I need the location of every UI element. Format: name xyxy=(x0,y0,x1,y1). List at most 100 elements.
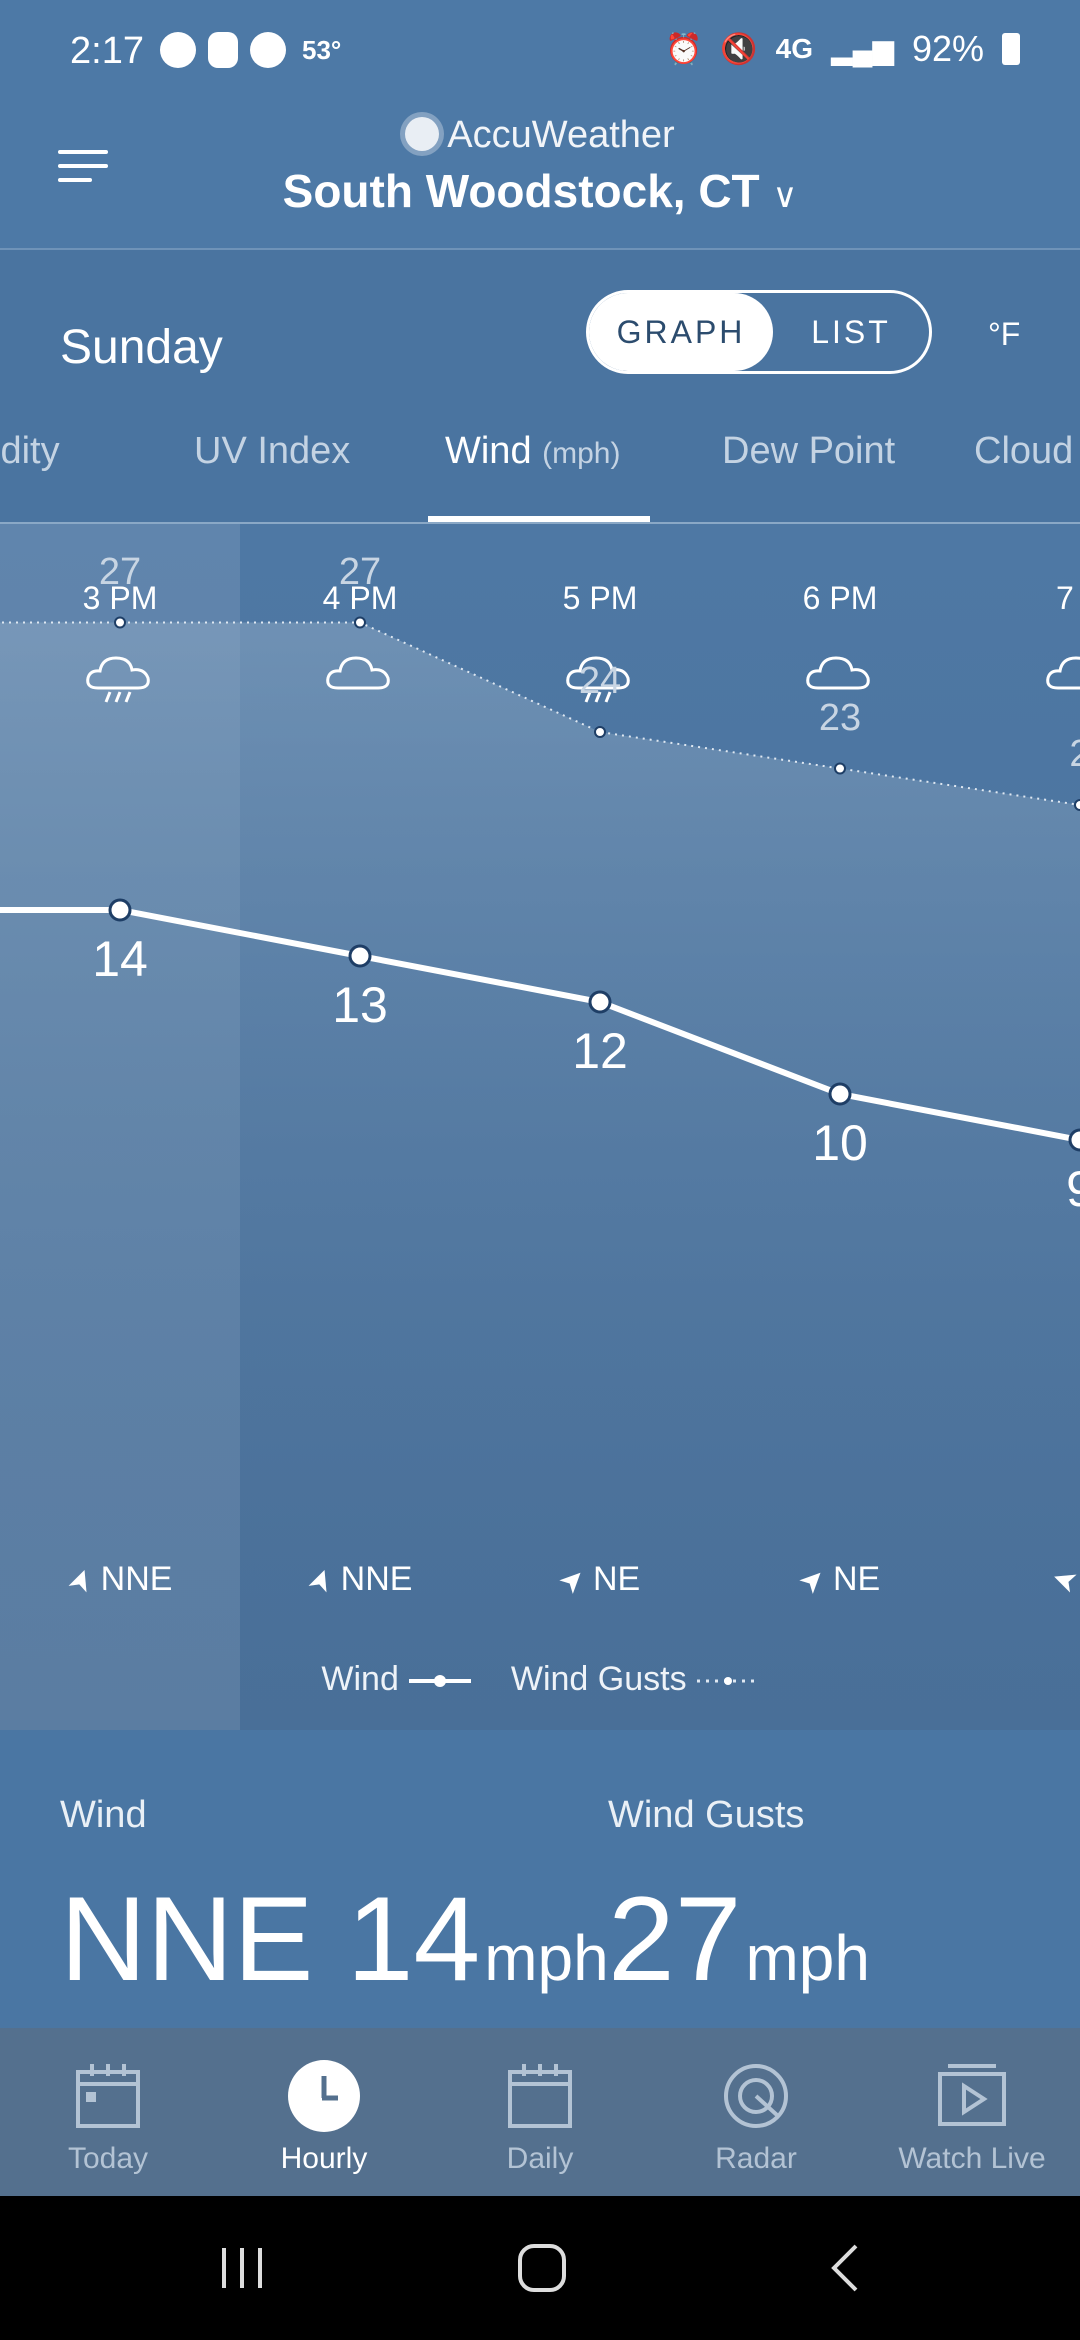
battery-icon xyxy=(1002,33,1020,65)
direction-arrow-icon: ➤ xyxy=(300,1563,340,1598)
gust-point xyxy=(1074,799,1080,811)
nav-today[interactable]: Today xyxy=(0,2028,216,2196)
cloud-icon xyxy=(1040,644,1080,704)
gust-speed: 27 xyxy=(608,1872,742,2006)
gust-point xyxy=(834,762,846,775)
wind-detail-panel: Wind NNE 14mph Wind Gusts 27mph xyxy=(0,1730,1080,2028)
nav-hourly[interactable]: Hourly xyxy=(216,2028,432,2196)
back-icon[interactable] xyxy=(816,2238,876,2298)
graph-toggle[interactable]: GRAPH xyxy=(589,293,773,371)
direction-text: NE xyxy=(592,1560,641,1598)
snapchat-icon xyxy=(208,32,238,68)
tab-cloud-cover[interactable]: Cloud xyxy=(974,430,1073,473)
hour-label: 5 PM xyxy=(562,580,638,616)
wind-caption: Wind xyxy=(60,1794,147,1836)
signal-icon: ▂▄▆ xyxy=(831,33,894,65)
app-header: AccuWeather South Woodstock, CT ∨ xyxy=(0,104,1080,250)
nav-watch-live[interactable]: Watch Live xyxy=(864,2028,1080,2196)
wind-value-label: 9 xyxy=(1030,1160,1080,1218)
check-icon xyxy=(250,32,286,68)
gust-value-label: 27 xyxy=(338,550,382,593)
tab-indicator xyxy=(428,516,650,522)
gust-caption: Wind Gusts xyxy=(608,1794,805,1836)
gust-point xyxy=(594,726,606,738)
wind-direction-label: ➤NE xyxy=(760,1559,920,1602)
legend-wind: Wind xyxy=(321,1660,399,1698)
nav-daily[interactable]: Daily xyxy=(432,2028,648,2196)
wind-direction-label: ➤NNE xyxy=(280,1560,440,1599)
chart-svg xyxy=(0,524,1080,1730)
hour-label: 6 PM xyxy=(802,580,878,616)
status-temp: 53° xyxy=(302,34,342,65)
view-toggle[interactable]: GRAPH LIST xyxy=(586,290,932,374)
calendar-daily-icon xyxy=(508,2064,572,2128)
battery-level: 92% xyxy=(911,28,984,69)
clock-icon xyxy=(288,2060,360,2132)
bottom-nav: Today Hourly Daily Radar Watch Live xyxy=(0,2028,1080,2196)
legend-gusts-sample xyxy=(696,1677,759,1686)
direction-text: NNE xyxy=(100,1560,173,1598)
wind-value-label: 13 xyxy=(332,977,388,1033)
play-icon xyxy=(938,2064,1006,2126)
day-label: Sunday xyxy=(60,321,223,374)
cloud-icon xyxy=(800,644,880,704)
sun-icon xyxy=(405,117,440,151)
hourly-wind-chart[interactable]: 3 PM 27 14 ➤NNE 4 PM 27 13 ➤NNE 5 PM 24 12 ➤NE 6 PM 2… xyxy=(0,524,1080,1730)
direction-arrow-icon: ➤ xyxy=(791,1559,833,1602)
gust-value-label: 23 xyxy=(818,696,862,739)
brand-name: AccuWeather xyxy=(447,114,675,156)
direction-text: NE xyxy=(832,1560,881,1598)
wind-point xyxy=(1068,1128,1080,1152)
chart-legend: Wind Wind Gusts xyxy=(0,1660,1080,1699)
gust-value-label: 2 xyxy=(1069,733,1080,775)
recent-apps-icon[interactable] xyxy=(212,2238,272,2298)
wind-point xyxy=(348,944,372,968)
status-bar: 2:17 53° ⏰ 🔇 4G ▂▄▆ 92% xyxy=(0,0,1080,104)
location-selector[interactable]: South Woodstock, CT ∨ xyxy=(0,164,1080,218)
hour-label: 7 P xyxy=(1055,580,1080,616)
tab-dew-point[interactable]: Dew Point xyxy=(722,430,895,473)
home-icon[interactable] xyxy=(512,2238,572,2298)
wind-direction-label: ➤NE xyxy=(520,1559,680,1602)
wind-point xyxy=(588,990,612,1014)
wind-current: NNE 14mph xyxy=(60,1870,609,2008)
unit-toggle[interactable]: °F xyxy=(988,316,1020,353)
nav-radar[interactable]: Radar xyxy=(648,2028,864,2196)
direction-arrow-icon: ➤ xyxy=(60,1563,100,1598)
notification-icons: 53° xyxy=(160,32,341,68)
direction-text: NNE xyxy=(340,1560,413,1598)
legend-gusts: Wind Gusts xyxy=(510,1660,687,1698)
location-name: South Woodstock, CT xyxy=(282,165,760,217)
tab-wind[interactable]: Wind (mph) xyxy=(445,430,620,473)
tab-humidity[interactable]: idity xyxy=(0,430,60,473)
wind-value-label: 10 xyxy=(812,1115,868,1171)
status-right: ⏰ 🔇 4G ▂▄▆ 92% xyxy=(665,28,1020,70)
direction-arrow-icon: ➤ xyxy=(551,1559,593,1602)
brand-logo: AccuWeather xyxy=(0,114,1080,157)
wind-value-label: 12 xyxy=(572,1023,628,1079)
cloud-icon xyxy=(320,644,400,704)
gust-value-label: 24 xyxy=(578,660,622,702)
network-label: 4G xyxy=(775,33,814,64)
mute-icon: 🔇 xyxy=(720,32,758,66)
status-time: 2:17 xyxy=(70,30,144,72)
wind-point xyxy=(828,1082,852,1106)
radar-icon xyxy=(724,2064,788,2128)
direction-arrow-icon: ➤ xyxy=(1047,1560,1080,1601)
chat-icon xyxy=(160,32,196,68)
gust-unit: mph xyxy=(745,1922,870,1994)
alarm-icon: ⏰ xyxy=(664,32,703,66)
wind-value-label: 14 xyxy=(92,931,148,987)
gust-point xyxy=(354,616,366,629)
legend-wind-sample xyxy=(408,1675,471,1688)
chevron-down-icon: ∨ xyxy=(772,177,798,215)
wind-speed: 14 xyxy=(346,1872,481,2006)
list-toggle[interactable]: LIST xyxy=(773,293,929,371)
tab-uv-index[interactable]: UV Index xyxy=(194,430,350,473)
gust-current: 27mph xyxy=(608,1870,870,2008)
calendar-today-icon xyxy=(76,2064,140,2128)
wind-unit: mph xyxy=(484,1922,609,1994)
gust-value-label: 27 xyxy=(98,550,142,593)
metric-tabs: idity UV Index Wind (mph) Dew Point Clou… xyxy=(0,420,1080,524)
wind-point xyxy=(108,898,132,922)
